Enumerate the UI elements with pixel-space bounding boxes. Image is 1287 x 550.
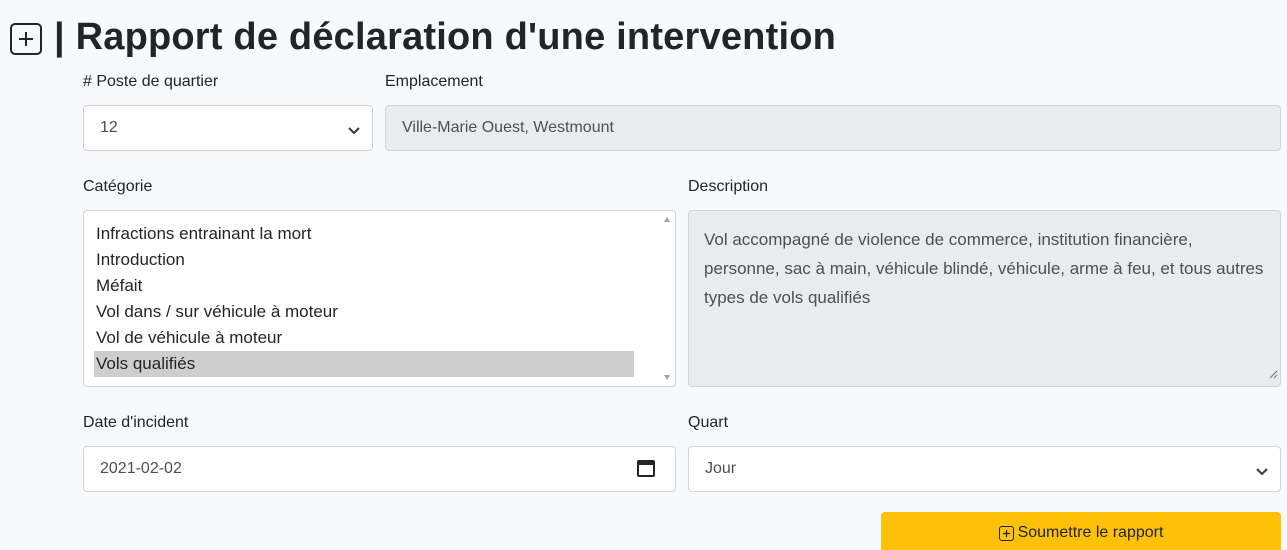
categorie-label: Catégorie <box>83 178 153 195</box>
date-value: 2021-02-02 <box>100 460 182 477</box>
page-title: | Rapport de déclaration d'une intervent… <box>54 16 837 58</box>
plus-square-icon <box>10 22 42 55</box>
categorie-listbox[interactable]: Infractions entrainant la mort Introduct… <box>83 210 676 387</box>
list-item[interactable]: Méfait <box>94 273 634 299</box>
submit-report-button[interactable]: Soumettre le rapport <box>881 512 1281 550</box>
emplacement-label: Emplacement <box>385 73 483 90</box>
chevron-down-icon <box>1256 464 1268 482</box>
emplacement-field: Ville-Marie Ouest, Westmount <box>385 105 1281 151</box>
quart-value: Jour <box>705 460 737 477</box>
submit-label: Soumettre le rapport <box>1017 524 1164 541</box>
list-item[interactable]: Vol dans / sur véhicule à moteur <box>94 299 634 325</box>
listbox-scrollbar[interactable] <box>660 212 674 385</box>
list-item[interactable]: Infractions entrainant la mort <box>94 221 634 247</box>
quart-label: Quart <box>688 414 729 431</box>
chevron-down-icon <box>348 123 360 141</box>
date-label: Date d'incident <box>83 414 189 431</box>
description-label: Description <box>688 178 769 195</box>
header: | Rapport de déclaration d'une intervent… <box>10 12 836 62</box>
poste-label: # Poste de quartier <box>83 73 219 90</box>
description-textarea: Vol accompagné de violence de commerce, … <box>688 210 1281 387</box>
quart-select[interactable]: Jour <box>688 446 1281 492</box>
poste-value: 12 <box>100 119 118 136</box>
calendar-icon[interactable] <box>637 459 655 482</box>
report-page: | Rapport de déclaration d'une intervent… <box>0 0 1287 550</box>
date-input[interactable]: 2021-02-02 <box>83 446 676 492</box>
list-item-selected[interactable]: Vols qualifiés <box>94 351 634 377</box>
plus-square-icon <box>998 526 1014 541</box>
list-item[interactable]: Vol de véhicule à moteur <box>94 325 634 351</box>
emplacement-value: Ville-Marie Ouest, Westmount <box>402 119 614 136</box>
poste-select[interactable]: 12 <box>83 105 373 151</box>
page-title-text: Rapport de déclaration d'une interventio… <box>75 16 837 58</box>
description-text: Vol accompagné de violence de commerce, … <box>704 230 1264 307</box>
list-item[interactable]: Introduction <box>94 247 634 273</box>
resize-handle-icon[interactable] <box>1268 366 1278 384</box>
